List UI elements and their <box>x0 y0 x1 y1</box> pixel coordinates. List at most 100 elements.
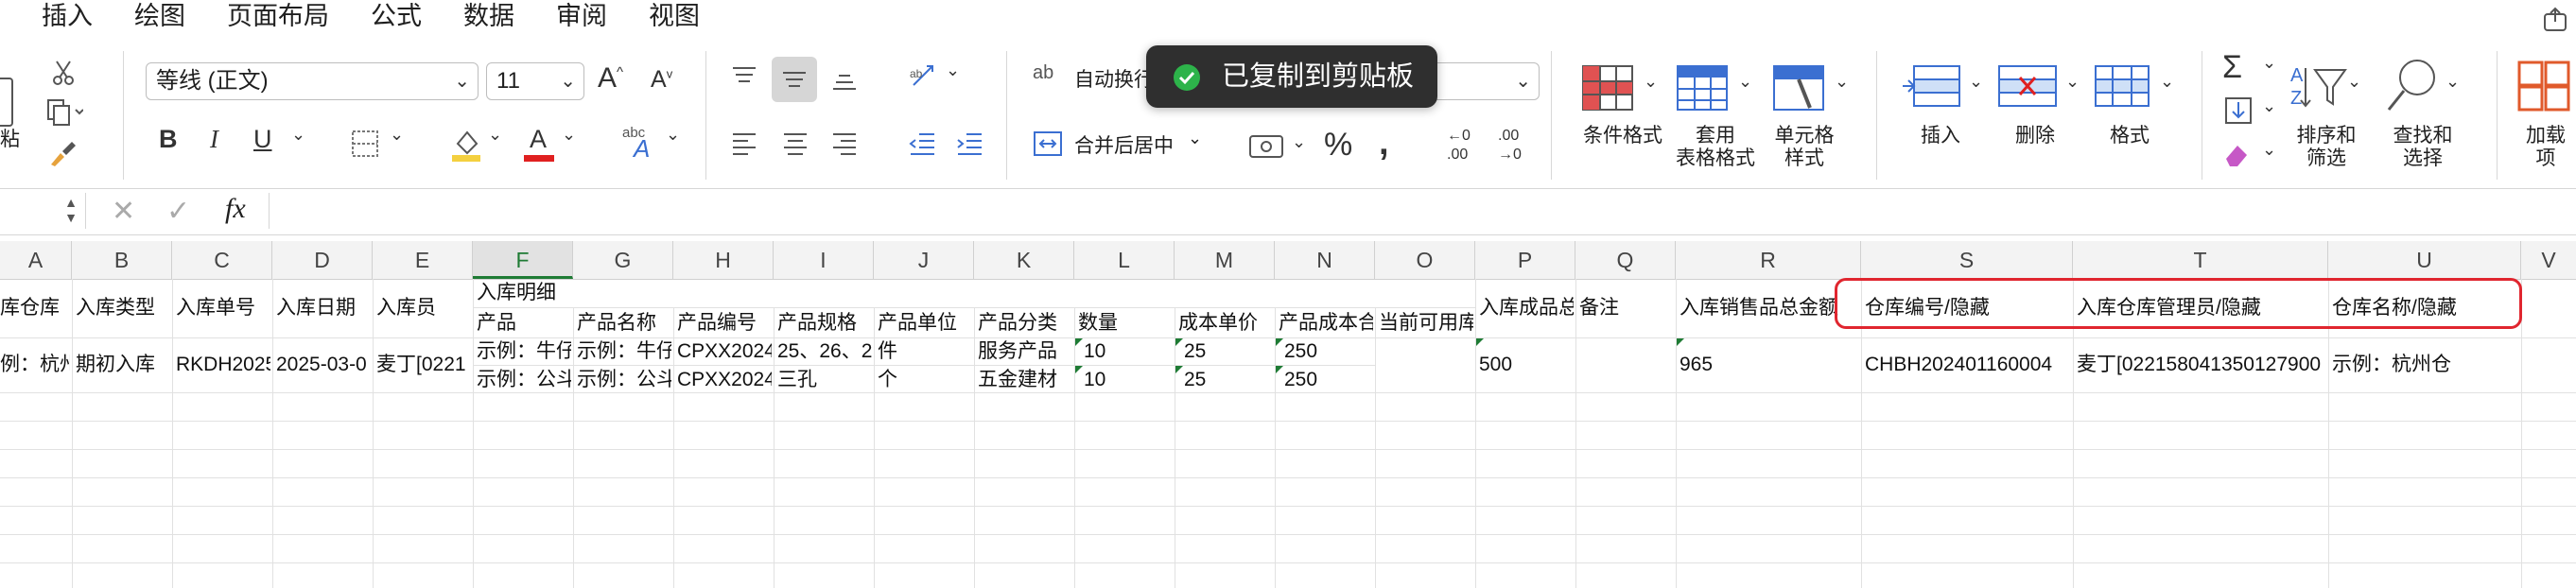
cell-t2[interactable]: 麦丁[022158041350127900 <box>2077 351 2326 379</box>
cell-m1[interactable]: 成本单价 <box>1178 309 1273 337</box>
orientation-icon[interactable]: ab <box>908 61 940 91</box>
clear-icon[interactable] <box>2222 140 2253 168</box>
col-header-f[interactable]: F <box>473 241 573 279</box>
align-right-icon[interactable] <box>830 130 859 157</box>
cell-styles-label[interactable]: 单元格 样式 <box>1767 125 1842 170</box>
cell-m3[interactable]: 25 <box>1184 366 1273 394</box>
underline-button[interactable]: U <box>253 125 272 154</box>
chevron-down-icon[interactable]: ⌄ <box>1738 72 1752 92</box>
cell-o1[interactable]: 当前可用库存 <box>1379 309 1473 337</box>
cell-p2[interactable]: 500 <box>1479 351 1574 379</box>
format-as-table-label[interactable]: 套用 表格格式 <box>1670 125 1761 170</box>
delete-cells-label[interactable]: 删除 <box>2014 125 2056 147</box>
paste-icon[interactable] <box>0 78 13 127</box>
name-box[interactable]: ▲ ▼ <box>0 193 86 229</box>
align-bottom-icon[interactable] <box>830 66 859 93</box>
menu-insert[interactable]: 插入 <box>42 0 93 32</box>
comma-button[interactable]: , <box>1379 123 1389 164</box>
confirm-icon[interactable]: ✓ <box>166 195 190 228</box>
col-header-m[interactable]: M <box>1175 241 1275 279</box>
menu-view[interactable]: 视图 <box>649 0 700 32</box>
col-header-c[interactable]: C <box>172 241 272 279</box>
stepper-down-icon[interactable]: ▼ <box>64 210 78 225</box>
find-select-icon[interactable] <box>2385 57 2438 113</box>
menu-formulas[interactable]: 公式 <box>371 0 422 32</box>
decrease-indent-icon[interactable] <box>908 130 936 157</box>
menu-draw[interactable]: 绘图 <box>134 0 185 32</box>
font-color-icon[interactable]: A <box>524 125 554 163</box>
border-icon[interactable] <box>350 129 380 159</box>
col-header-v[interactable]: V <box>2521 241 2576 279</box>
col-header-o[interactable]: O <box>1375 241 1475 279</box>
align-top-icon[interactable] <box>730 64 758 91</box>
chevron-down-icon[interactable]: ⌄ <box>562 125 576 145</box>
format-painter-icon[interactable] <box>47 136 78 168</box>
autosum-icon[interactable]: Σ <box>2222 49 2242 86</box>
addins-label[interactable]: 加载 项 <box>2519 125 2572 170</box>
cell-h2[interactable]: CPXX2024 <box>677 337 772 366</box>
cell-f3[interactable]: 示例：公斗 <box>477 366 571 394</box>
format-cells-icon[interactable] <box>2094 64 2150 108</box>
cell-c2[interactable]: RKDH2025 <box>176 351 270 379</box>
col-header-h[interactable]: H <box>673 241 774 279</box>
find-select-label[interactable]: 查找和 选择 <box>2385 125 2461 170</box>
cell-r1[interactable]: 入库销售品总金额 <box>1680 294 1859 322</box>
cell-r2[interactable]: 965 <box>1680 351 1859 379</box>
cell-group-header[interactable]: 入库明细 <box>477 279 704 307</box>
menu-review[interactable]: 审阅 <box>556 0 607 32</box>
cell-k1[interactable]: 产品分类 <box>978 309 1072 337</box>
italic-button[interactable]: I <box>210 125 218 154</box>
cell-i2[interactable]: 25、26、2 <box>777 337 872 366</box>
fill-down-icon[interactable] <box>2224 96 2253 125</box>
chevron-down-icon[interactable]: ⌄ <box>2347 72 2361 92</box>
cell-u2[interactable]: 示例：杭州仓 <box>2332 351 2519 379</box>
format-cells-label[interactable]: 格式 <box>2109 125 2150 147</box>
delete-cells-icon[interactable] <box>1997 64 2058 108</box>
chevron-down-icon[interactable]: ⌄ <box>291 125 305 145</box>
cell-k2[interactable]: 服务产品 <box>978 337 1072 366</box>
sort-filter-label[interactable]: 排序和 筛选 <box>2289 125 2364 170</box>
wrap-text-button[interactable]: ab 自动换行 <box>1033 62 1165 96</box>
cell-h3[interactable]: CPXX2024 <box>677 366 772 394</box>
font-name-select[interactable]: 等线 (正文) ⌄ <box>146 62 479 100</box>
cell-h1[interactable]: 产品编号 <box>677 309 772 337</box>
cell-n3[interactable]: 250 <box>1284 366 1373 394</box>
merge-center-button[interactable]: 合并后居中 ⌄ <box>1033 129 1222 163</box>
copy-icon[interactable] <box>45 98 83 127</box>
col-header-g[interactable]: G <box>573 241 673 279</box>
col-header-b[interactable]: B <box>72 241 172 279</box>
chevron-down-icon[interactable]: ⌄ <box>946 61 960 80</box>
col-header-r[interactable]: R <box>1676 241 1861 279</box>
cell-i3[interactable]: 三孔 <box>777 366 872 394</box>
chevron-down-icon[interactable]: ⌄ <box>2065 72 2080 92</box>
cell-a2[interactable]: 例：杭州 <box>0 351 70 379</box>
chevron-down-icon[interactable]: ⌄ <box>390 125 404 145</box>
chevron-down-icon[interactable]: ⌄ <box>1969 72 1983 92</box>
col-header-t[interactable]: T <box>2073 241 2328 279</box>
addins-icon[interactable] <box>2515 59 2572 112</box>
conditional-format-icon[interactable] <box>1581 64 1634 112</box>
menu-data[interactable]: 数据 <box>463 0 514 32</box>
col-header-d[interactable]: D <box>272 241 373 279</box>
col-header-n[interactable]: N <box>1275 241 1375 279</box>
chevron-down-icon[interactable]: ⌄ <box>2262 53 2276 73</box>
chevron-down-icon[interactable]: ⌄ <box>2262 140 2276 160</box>
sort-filter-icon[interactable]: AZ <box>2290 62 2349 112</box>
cell-m2[interactable]: 25 <box>1184 337 1273 366</box>
col-header-a[interactable]: A <box>0 241 72 279</box>
chevron-down-icon[interactable]: ⌄ <box>666 125 680 145</box>
cell-l3[interactable]: 10 <box>1084 366 1173 394</box>
chevron-down-icon[interactable]: ⌄ <box>2160 72 2174 92</box>
cell-e2[interactable]: 麦丁[0221 <box>376 351 471 379</box>
align-center-icon[interactable] <box>781 130 809 157</box>
increase-font-button[interactable]: A^ <box>598 62 623 95</box>
cancel-icon[interactable]: ✕ <box>112 195 135 228</box>
cut-icon[interactable] <box>49 59 78 87</box>
chevron-down-icon[interactable]: ⌄ <box>1835 72 1849 92</box>
conditional-format-label[interactable]: 条件格式 <box>1574 125 1672 147</box>
col-header-i[interactable]: I <box>774 241 874 279</box>
font-size-select[interactable]: 11 ⌄ <box>486 62 584 100</box>
cell-e1[interactable]: 入库员 <box>376 294 471 322</box>
chevron-down-icon[interactable]: ⌄ <box>1644 72 1658 92</box>
increase-decimal-button[interactable]: ←0 .00 <box>1447 127 1488 168</box>
